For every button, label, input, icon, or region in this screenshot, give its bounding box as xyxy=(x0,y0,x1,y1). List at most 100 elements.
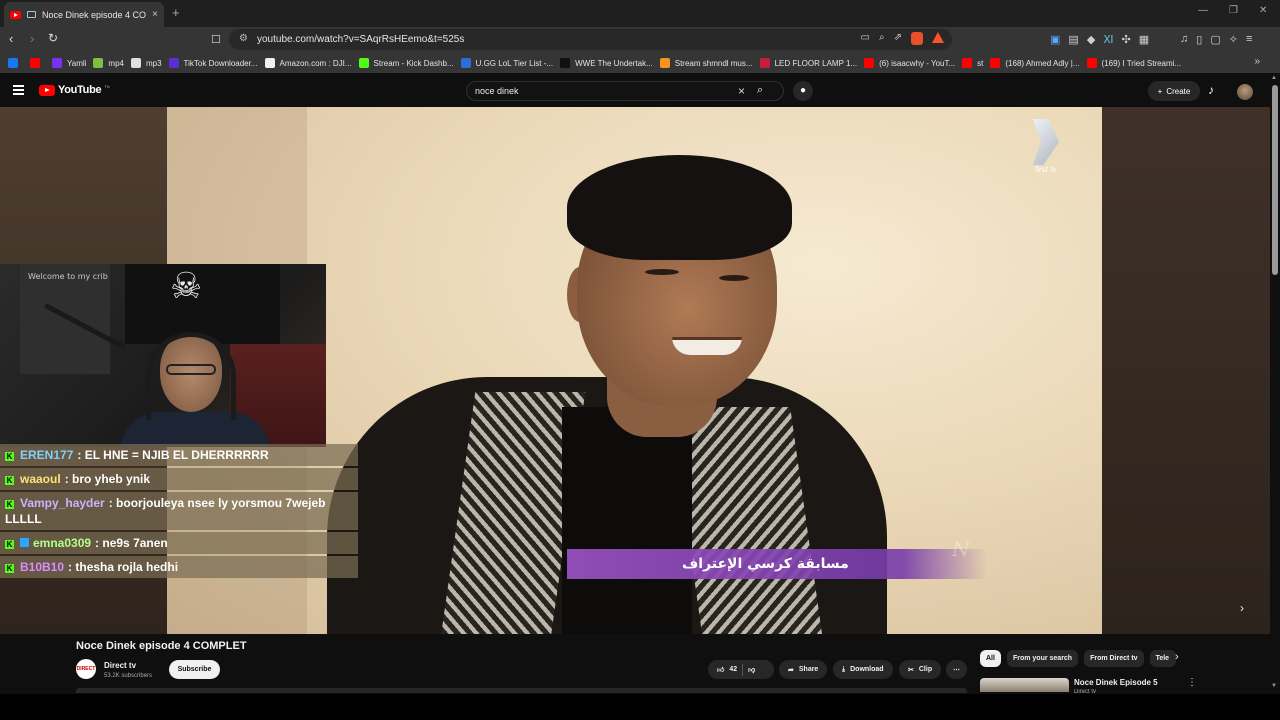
notifications-bell-icon[interactable]: ♪ xyxy=(1208,83,1214,97)
restore-button[interactable]: ❐ xyxy=(1229,5,1238,16)
wallet-icon[interactable]: ▢ xyxy=(1210,33,1220,46)
close-window-button[interactable]: ✕ xyxy=(1259,5,1267,16)
bookmark-favicon-icon xyxy=(1086,58,1097,68)
site-info-icon[interactable]: ⚙ xyxy=(239,33,248,44)
bookmark-item[interactable]: LED FLOOR LAMP 1... xyxy=(759,58,865,68)
player-next-arrow-icon[interactable]: › xyxy=(1240,601,1244,615)
filter-chip[interactable]: From your search xyxy=(1006,650,1079,667)
bookmark-item[interactable]: Stream shmndl mus... xyxy=(659,58,760,68)
voice-search-icon[interactable]: ● xyxy=(793,81,813,101)
minimize-button[interactable]: — xyxy=(1198,5,1208,16)
bookmark-item[interactable]: Amazon.com : DJI... xyxy=(264,58,359,68)
bookmark-item[interactable]: WWE The Undertak... xyxy=(560,58,660,68)
description-box[interactable] xyxy=(76,688,967,693)
video-player[interactable]: first tv مسابقة كرسي الإعتراف N Welcome … xyxy=(0,107,1270,634)
bookmark-item[interactable]: U.GG LoL Tier List -... xyxy=(460,58,561,68)
download-button[interactable]: ⤓ Download xyxy=(833,660,893,679)
lower-third-banner: مسابقة كرسي الإعتراف xyxy=(567,549,987,579)
search-icon[interactable]: ⌕ xyxy=(757,84,763,97)
zoom-icon[interactable]: ⌕ xyxy=(879,32,885,45)
guest-shirt xyxy=(562,407,692,634)
chat-username: Vampy_hayder xyxy=(20,496,105,510)
bookmark-item[interactable]: mp3 xyxy=(130,58,169,68)
media-controls-icon[interactable]: ♫ xyxy=(1180,33,1188,46)
extension-2-icon[interactable]: ▤ xyxy=(1068,33,1078,46)
recommendation-thumbnail[interactable] xyxy=(980,678,1069,692)
chat-text: : ne9s 7anen xyxy=(95,536,168,550)
scissors-icon: ✂ xyxy=(908,666,914,674)
share-page-icon[interactable]: ⇗ xyxy=(894,32,902,45)
bookmark-item[interactable]: Stream - Kick Dashb... xyxy=(358,58,461,68)
search-value: noce dinek xyxy=(475,86,519,96)
scroll-down-arrow-icon[interactable]: ▼ xyxy=(1271,683,1277,689)
bookmark-star-icon[interactable]: ☐ xyxy=(211,33,221,46)
lower-third-text: مسابقة كرسي الإعتراف xyxy=(682,556,849,572)
search-input[interactable]: noce dinek × ⌕ xyxy=(466,81,784,101)
chat-username: emna0309 xyxy=(33,536,92,550)
extension-4-icon[interactable]: Ⅺ xyxy=(1103,33,1113,46)
tab-title: Noce Dinek episode 4 COMPL xyxy=(42,9,147,20)
webcam-wall-text: Welcome to my crib xyxy=(28,272,108,281)
dislike-icon[interactable]: 👎︎ xyxy=(748,665,755,674)
scroll-up-arrow-icon[interactable]: ▲ xyxy=(1271,75,1277,81)
browser-tab[interactable]: Noce Dinek episode 4 COMPL × xyxy=(4,2,164,27)
bookmark-item[interactable]: TikTok Downloader... xyxy=(168,58,265,68)
show-watermark: N xyxy=(952,537,970,561)
leo-ai-icon[interactable]: ✧ xyxy=(1229,33,1238,46)
recommendation-title[interactable]: Noce Dinek Episode 5 xyxy=(1074,678,1158,687)
recommendation-menu-icon[interactable]: ⋮ xyxy=(1187,677,1197,688)
brave-rewards-icon[interactable] xyxy=(932,32,944,43)
back-icon[interactable]: ‹ xyxy=(9,31,13,46)
extension-5-icon[interactable]: ▦ xyxy=(1139,33,1149,46)
guest-eye xyxy=(645,269,679,275)
bookmark-item[interactable]: (168) Ahmed Adly |... xyxy=(990,58,1086,68)
tab-close-button[interactable]: × xyxy=(152,9,158,20)
bookmark-item[interactable]: (169) I Tried Streami... xyxy=(1086,58,1189,68)
like-icon[interactable]: 👍︎ xyxy=(717,665,724,674)
chat-message: Kwaaoul: bro yheb ynik xyxy=(0,468,358,490)
bookmark-label: WWE The Undertak... xyxy=(575,58,653,68)
brave-shields-icon[interactable] xyxy=(911,32,923,45)
bookmark-item[interactable]: mp4 xyxy=(93,58,131,68)
menu-icon[interactable]: ≡ xyxy=(1246,33,1252,46)
bookmark-item[interactable] xyxy=(8,58,30,68)
address-bar[interactable]: ⚙ youtube.com/watch?v=SAqrRsHEemo&t=525s… xyxy=(229,29,952,50)
bookmarks-bar: Yamli mp4 mp3 TikTok Downloader... Amazon.co… xyxy=(0,53,1280,73)
bookmark-item[interactable] xyxy=(30,58,52,68)
page-scrollbar-thumb[interactable] xyxy=(1272,85,1278,275)
share-button[interactable]: ➦ Share xyxy=(779,660,828,679)
channel-name[interactable]: Direct tv xyxy=(104,661,136,670)
clip-button[interactable]: ✂ Clip xyxy=(899,660,942,679)
guide-menu-icon[interactable] xyxy=(13,85,24,97)
bookmark-item[interactable]: Yamli xyxy=(52,58,93,68)
extensions-puzzle-icon[interactable]: ✣ xyxy=(1122,33,1131,46)
cast-icon[interactable]: ▭ xyxy=(861,32,870,45)
bookmark-label: TikTok Downloader... xyxy=(183,58,258,68)
extension-3-icon[interactable]: ◆ xyxy=(1087,33,1095,46)
new-tab-button[interactable]: + xyxy=(172,5,180,20)
video-title: Noce Dinek episode 4 COMPLET xyxy=(76,640,247,652)
clear-search-icon[interactable]: × xyxy=(738,84,745,98)
extensions-area: ▣ ▤ ◆ Ⅺ ✣ ▦ xyxy=(1050,33,1149,46)
filter-chip[interactable]: All xyxy=(980,650,1001,667)
sidebar-icon[interactable]: ▯ xyxy=(1196,33,1202,46)
more-actions-button[interactable]: ⋯ xyxy=(946,660,967,679)
filter-chip[interactable]: Tele xyxy=(1149,650,1176,667)
like-count[interactable]: 42 xyxy=(729,666,737,673)
forward-icon[interactable]: › xyxy=(30,31,34,46)
bookmark-label: st xyxy=(977,58,984,68)
create-button[interactable]: + Create xyxy=(1148,81,1200,101)
reload-icon[interactable]: ↻ xyxy=(48,31,58,45)
bookmark-item[interactable]: (6) isaacwhy - YouT... xyxy=(864,58,962,68)
chips-next-icon[interactable]: › xyxy=(1175,651,1179,663)
filter-chip[interactable]: From Direct tv xyxy=(1084,650,1144,667)
tv-channel-logo: first tv xyxy=(1029,119,1067,177)
like-dislike-group: 👍︎ 42 👎︎ xyxy=(708,660,774,679)
youtube-logo[interactable]: YouTube TN xyxy=(39,84,110,96)
account-avatar[interactable] xyxy=(1237,84,1253,100)
subscribe-button[interactable]: Subscribe xyxy=(169,660,220,679)
bookmark-item[interactable]: st xyxy=(962,58,990,68)
bookmarks-overflow-button[interactable]: » xyxy=(1254,56,1260,67)
extension-1-icon[interactable]: ▣ xyxy=(1050,33,1060,46)
channel-avatar[interactable]: DIRECT xyxy=(76,659,96,679)
